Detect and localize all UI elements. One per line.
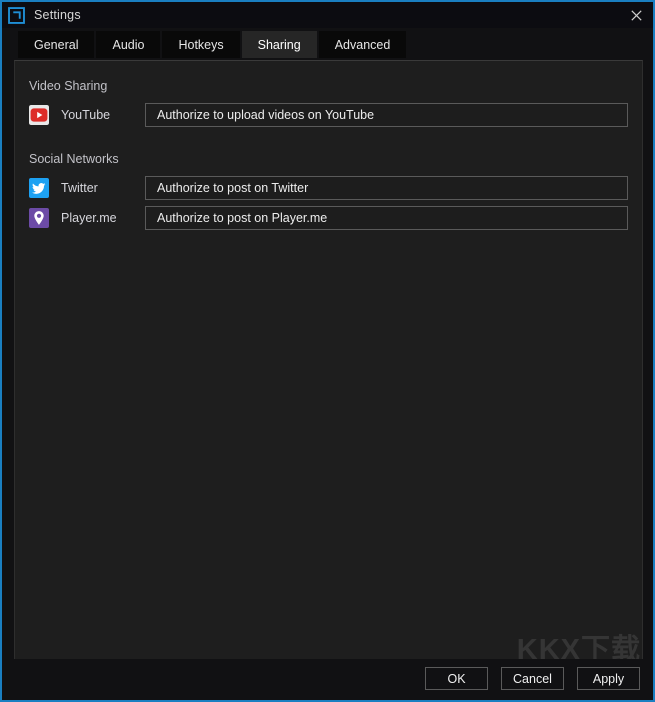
tab-sharing-label: Sharing	[257, 37, 301, 52]
sharing-panel: Video Sharing YouTube Authorize to uploa…	[14, 60, 643, 663]
playerme-icon	[29, 208, 49, 228]
tab-sharing[interactable]: Sharing	[241, 31, 317, 58]
youtube-icon	[29, 105, 49, 125]
tab-hotkeys-label: Hotkeys	[178, 37, 224, 52]
recorder-window-icon	[8, 6, 25, 24]
apply-button[interactable]: Apply	[577, 667, 640, 690]
authorize-youtube-label: Authorize to upload videos on YouTube	[157, 108, 375, 122]
authorize-playerme-button[interactable]: Authorize to post on Player.me	[145, 206, 628, 230]
ok-button-label: OK	[447, 671, 466, 686]
service-row-youtube: YouTube Authorize to upload videos on Yo…	[29, 102, 642, 128]
window-title: Settings	[34, 8, 81, 22]
tab-general[interactable]: General	[18, 31, 95, 58]
service-row-twitter: Twitter Authorize to post on Twitter	[29, 175, 642, 201]
section-title-video-sharing: Video Sharing	[29, 79, 108, 93]
section-title-social-networks: Social Networks	[29, 152, 119, 166]
tab-audio[interactable]: Audio	[96, 31, 161, 58]
tab-hotkeys[interactable]: Hotkeys	[162, 31, 240, 58]
dialog-footer: OK Cancel Apply	[4, 659, 651, 698]
tab-advanced[interactable]: Advanced	[318, 31, 407, 58]
service-label-twitter: Twitter	[61, 181, 98, 195]
authorize-playerme-label: Authorize to post on Player.me	[157, 211, 328, 225]
authorize-youtube-button[interactable]: Authorize to upload videos on YouTube	[145, 103, 628, 127]
service-row-playerme: Player.me Authorize to post on Player.me	[29, 205, 642, 231]
ok-button[interactable]: OK	[425, 667, 488, 690]
cancel-button[interactable]: Cancel	[501, 667, 564, 690]
twitter-icon	[29, 178, 49, 198]
service-label-playerme: Player.me	[61, 211, 117, 225]
service-label-youtube: YouTube	[61, 108, 111, 122]
tab-advanced-label: Advanced	[334, 37, 391, 52]
apply-button-label: Apply	[592, 671, 625, 686]
close-button[interactable]	[619, 2, 653, 28]
authorize-twitter-button[interactable]: Authorize to post on Twitter	[145, 176, 628, 200]
tab-general-label: General	[34, 37, 79, 52]
authorize-twitter-label: Authorize to post on Twitter	[157, 181, 309, 195]
tab-strip: General Audio Hotkeys Sharing Advanced	[2, 28, 653, 58]
close-icon	[630, 9, 642, 21]
settings-window: Settings General Audio Hotkeys Sharing A…	[0, 0, 655, 702]
cancel-button-label: Cancel	[513, 671, 552, 686]
tab-audio-label: Audio	[112, 37, 145, 52]
title-bar: Settings	[2, 2, 653, 28]
